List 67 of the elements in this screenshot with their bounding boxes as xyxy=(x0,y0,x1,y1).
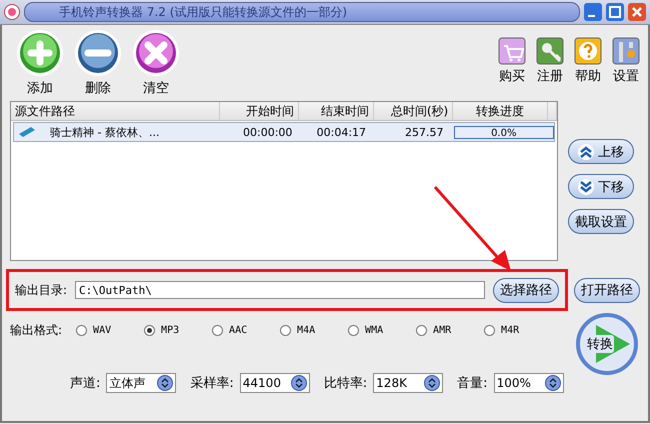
toolbar-button[interactable]: 设置 xyxy=(612,37,640,85)
output-path-field[interactable]: C:\OutPath\ xyxy=(75,281,486,299)
open-folder-button[interactable]: 打开路径 xyxy=(574,278,640,302)
toolbar-button[interactable]: 帮助 xyxy=(574,37,602,85)
radio-label: M4R xyxy=(501,324,520,336)
double-chevron-down-icon xyxy=(578,178,594,194)
close-icon[interactable] xyxy=(628,3,646,21)
toolbar-button[interactable]: 清空 xyxy=(132,29,180,97)
app-icon xyxy=(4,4,20,20)
column-header[interactable]: 转换进度 xyxy=(453,102,548,120)
setting-label: 声道: xyxy=(70,375,100,392)
toolbar-button[interactable]: 添加 xyxy=(16,29,64,97)
spinner-icon xyxy=(290,375,307,391)
tools-icon xyxy=(612,37,640,65)
column-header[interactable]: 总时间(秒) xyxy=(374,102,454,120)
output-label: 输出目录: xyxy=(15,282,68,298)
dropdown[interactable]: 100% xyxy=(494,373,564,393)
setting-label: 音量: xyxy=(457,375,488,392)
minimize-icon[interactable] xyxy=(584,3,602,21)
window-title: 手机铃声转换器 7.2 (试用版只能转换源文件的一部分) xyxy=(24,2,580,22)
column-header[interactable]: 结束时间 xyxy=(299,102,374,120)
toolbar-button[interactable]: 购买 xyxy=(498,37,526,85)
radio-label: WAV xyxy=(93,324,112,336)
radio-label: AMR xyxy=(433,324,452,336)
dropdown[interactable]: 128K xyxy=(373,373,444,393)
help-icon xyxy=(574,37,602,65)
table-cell-text: 00:04:17 xyxy=(316,126,368,138)
convert-button[interactable]: 转换 xyxy=(574,313,640,375)
key-icon xyxy=(536,37,564,65)
browse-button[interactable]: 选择路径 xyxy=(493,278,560,302)
radio-label: MP3 xyxy=(161,324,180,336)
side-button[interactable]: 上移 xyxy=(568,139,634,164)
cross-icon xyxy=(132,29,180,77)
radio-button[interactable] xyxy=(416,324,428,336)
side-button[interactable]: 下移 xyxy=(568,174,634,199)
radio-button[interactable] xyxy=(76,324,88,336)
setting-label: 比特率: xyxy=(324,375,368,392)
spinner-icon xyxy=(424,375,440,391)
side-button[interactable]: 截取设置 xyxy=(568,209,634,234)
radio-label: AAC xyxy=(229,324,248,336)
radio-label: M4A xyxy=(297,324,316,336)
radio-button[interactable] xyxy=(484,324,496,336)
plus-icon xyxy=(16,29,64,77)
toolbar-button[interactable]: 注册 xyxy=(536,37,564,85)
format-label: 输出格式: xyxy=(10,322,62,338)
radio-button[interactable] xyxy=(280,324,292,336)
column-header[interactable]: 源文件路径 xyxy=(11,102,220,120)
minus-icon xyxy=(74,29,122,77)
spinner-icon xyxy=(157,375,174,391)
toolbar-button[interactable]: 删除 xyxy=(74,29,122,97)
table-cell-text: 257.57 xyxy=(404,126,445,138)
table-cell-text: 00:00:00 xyxy=(242,126,294,138)
radio-button[interactable] xyxy=(212,324,224,336)
double-chevron-up-icon xyxy=(578,144,594,160)
file-row[interactable]: 骑士精神 - 蔡依林、... 00:00:00 00:04:17 257.57 0.0% xyxy=(13,122,555,142)
cart-icon xyxy=(498,37,526,65)
dropdown[interactable]: 44100 xyxy=(240,373,310,393)
progress-bar: 0.0% xyxy=(454,126,554,138)
radio-label: WMA xyxy=(365,324,384,336)
dropdown[interactable]: 立体声 xyxy=(106,373,176,393)
setting-label: 采样率: xyxy=(190,375,234,392)
table-cell: 骑士精神 - 蔡依林、... xyxy=(50,124,160,140)
maximize-icon[interactable] xyxy=(606,3,624,21)
radio-button[interactable] xyxy=(348,324,360,336)
column-header[interactable]: 开始时间 xyxy=(220,102,300,120)
radio-button[interactable] xyxy=(144,324,156,336)
spinner-icon xyxy=(544,375,561,391)
